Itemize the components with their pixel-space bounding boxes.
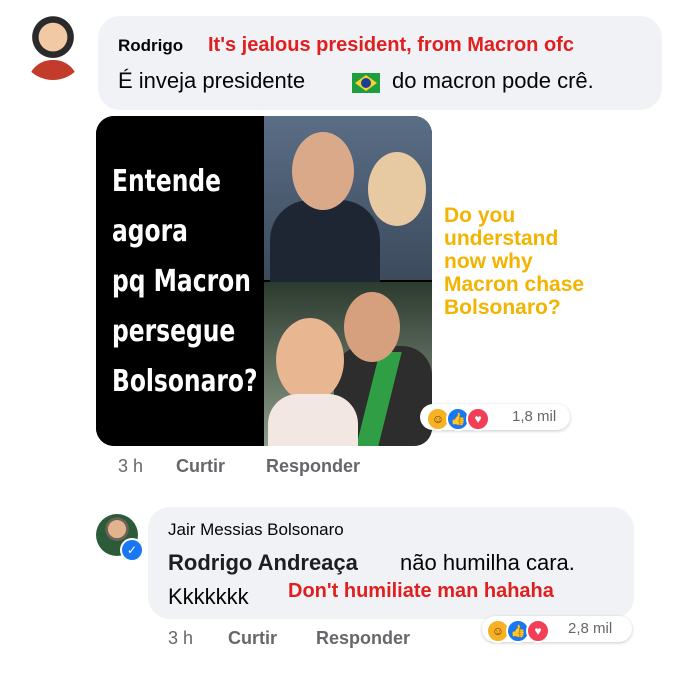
photo-face [276, 318, 344, 402]
overlay-line: understand [444, 227, 559, 250]
reply-link[interactable]: Responder [266, 456, 360, 477]
flag-globe [361, 78, 371, 88]
meme-line: persegue [112, 314, 236, 349]
photo-face [292, 132, 354, 210]
love-icon: ♥ [526, 619, 550, 643]
avatar-shirt [28, 60, 78, 80]
meme-text-panel: Entende agora pq Macron persegue Bolsona… [96, 116, 262, 446]
overlay-line: Do you [444, 204, 516, 227]
brazil-flag-icon [352, 73, 380, 93]
comment-bubble-rodrigo [98, 16, 662, 110]
love-icon: ♥ [466, 407, 490, 431]
reply-link[interactable]: Responder [316, 628, 410, 649]
overlay-line: now why [444, 250, 533, 273]
photo-couple-top [264, 116, 432, 290]
photo-couple-bottom [264, 282, 432, 446]
comment-text: Kkkkkkk [168, 584, 249, 609]
comment-author[interactable]: Jair Messias Bolsonaro [168, 520, 344, 540]
meme-line: pq Macron [112, 264, 251, 299]
comment-text: do macron pode crê. [392, 68, 594, 93]
like-link[interactable]: Curtir [176, 456, 225, 477]
comment-text: É inveja presidente [118, 68, 306, 93]
reaction-count: 2,8 mil [568, 620, 613, 637]
translation-caption: Don't humiliate man hahaha [288, 580, 554, 602]
overlay-translation: Do you understand now why Macron chase B… [444, 204, 674, 319]
photo-dress [268, 394, 358, 446]
translation-caption: It's jealous president, from Macron ofc [208, 34, 574, 56]
comment-time[interactable]: 3 h [118, 456, 143, 477]
photo-face [368, 152, 426, 226]
verified-check-icon: ✓ [120, 538, 144, 562]
meme-line: agora [112, 214, 188, 249]
overlay-line: Bolsonaro? [444, 296, 561, 319]
comment-time[interactable]: 3 h [168, 628, 193, 649]
photo-face [344, 292, 400, 362]
meme-line: Bolsonaro? [112, 364, 258, 399]
reactions-summary[interactable]: ☺ 👍 ♥ 2,8 mil [482, 616, 632, 643]
like-link[interactable]: Curtir [228, 628, 277, 649]
overlay-line: Macron chase [444, 273, 585, 296]
meme-image[interactable]: Entende agora pq Macron persegue Bolsona… [96, 116, 432, 446]
mention-link[interactable]: Rodrigo Andreaça [168, 550, 358, 576]
avatar-rodrigo[interactable] [20, 14, 86, 80]
photo-suit [270, 200, 380, 290]
reactions-summary[interactable]: ☺ 👍 ♥ 1,8 mil [420, 404, 570, 431]
comment-author[interactable]: Rodrigo [118, 36, 183, 56]
meme-line: Entende [112, 164, 221, 199]
comment-text: não humilha cara. [400, 550, 575, 575]
reaction-count: 1,8 mil [512, 408, 557, 425]
